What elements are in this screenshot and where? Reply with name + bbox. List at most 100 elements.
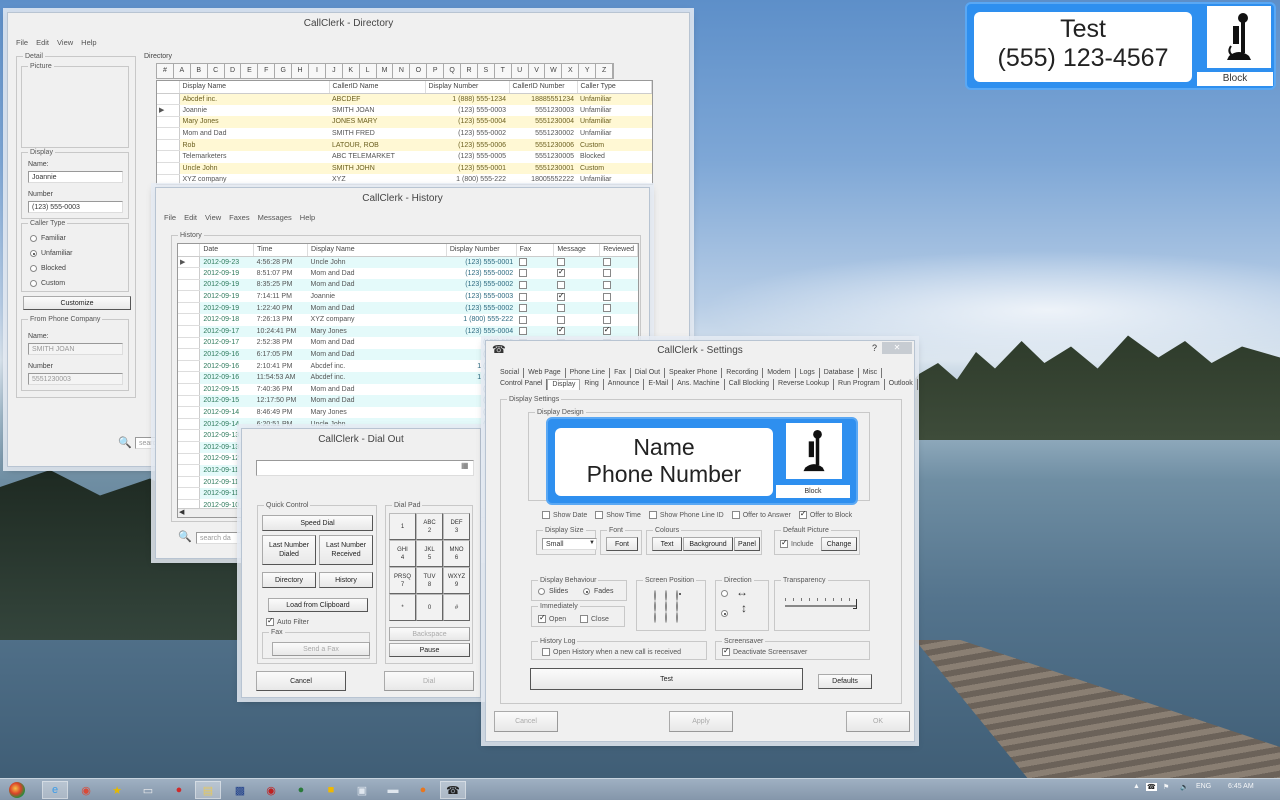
- row-header[interactable]: [178, 325, 201, 338]
- alpha-tab[interactable]: A: [174, 64, 191, 78]
- table-row[interactable]: Mom and Dad SMITH FRED (123) 555-0002 55512…: [157, 127, 652, 140]
- cancel-button[interactable]: Cancel: [256, 671, 346, 691]
- row-header[interactable]: [178, 464, 201, 477]
- defaults-button[interactable]: Defaults: [818, 674, 872, 689]
- slider-thumb[interactable]: [853, 599, 857, 609]
- row-header[interactable]: [178, 383, 201, 396]
- alpha-tab[interactable]: C: [208, 64, 225, 78]
- open-history-checkbox[interactable]: Open History when a new call is received: [542, 648, 681, 656]
- alpha-tab[interactable]: W: [545, 64, 563, 78]
- alpha-tab[interactable]: R: [461, 64, 478, 78]
- table-row[interactable]: XYZ company XYZ 1 (800) 555-222 18005552222…: [157, 174, 652, 184]
- screen-position-radio[interactable]: [665, 612, 676, 624]
- row-header[interactable]: [178, 418, 201, 431]
- radio-unfamiliar[interactable]: Unfamiliar: [30, 250, 73, 257]
- dial-key[interactable]: TUV 8: [416, 567, 443, 594]
- settings-tab[interactable]: Speaker Phone: [665, 368, 723, 378]
- settings-tab[interactable]: Display: [547, 379, 581, 390]
- row-header[interactable]: ▶: [157, 104, 180, 117]
- pc-name-field[interactable]: SMITH JOAN: [28, 343, 123, 355]
- dial-key[interactable]: WXYZ 9: [443, 567, 470, 594]
- taskbar-favorites-icon[interactable]: ★: [104, 781, 130, 799]
- menu-file[interactable]: File: [16, 38, 28, 47]
- history-button[interactable]: History: [319, 572, 373, 588]
- col-reviewed[interactable]: Reviewed: [599, 244, 638, 257]
- reviewed-checkbox[interactable]: [602, 315, 611, 324]
- dial-number-input[interactable]: [256, 460, 474, 476]
- taskbar-window-icon[interactable]: ▭: [135, 781, 161, 799]
- speed-dial-button[interactable]: Speed Dial: [262, 515, 373, 531]
- alpha-tab[interactable]: X: [562, 64, 580, 78]
- alpha-tab[interactable]: I: [309, 64, 326, 78]
- deactivate-screensaver-checkbox[interactable]: Deactivate Screensaver: [722, 646, 807, 656]
- row-header[interactable]: [157, 139, 180, 152]
- alpha-tab[interactable]: J: [326, 64, 343, 78]
- tray-volume-icon[interactable]: 🔈: [1180, 783, 1189, 791]
- menu-faxes[interactable]: Faxes: [229, 213, 249, 222]
- fax-checkbox[interactable]: [519, 304, 528, 313]
- screen-position-radio[interactable]: [654, 590, 665, 602]
- taskbar-network-icon[interactable]: ▣: [349, 781, 375, 799]
- col-display-name[interactable]: Display Name: [307, 244, 447, 257]
- reviewed-checkbox[interactable]: [602, 280, 611, 289]
- col-callerid-number[interactable]: CallerID Number: [509, 81, 578, 94]
- alpha-tab[interactable]: Q: [444, 64, 462, 78]
- screen-position-radio[interactable]: [676, 590, 687, 602]
- taskbar-visual-studio-icon[interactable]: ▩: [227, 781, 253, 799]
- row-header[interactable]: [178, 267, 201, 280]
- settings-tab[interactable]: E-Mail: [644, 379, 674, 390]
- col-callerid-name[interactable]: CallerID Name: [329, 81, 426, 94]
- reviewed-checkbox[interactable]: [602, 258, 611, 267]
- show-option-checkbox[interactable]: Offer to Answer: [731, 511, 791, 519]
- row-header[interactable]: [178, 360, 201, 373]
- menu-edit[interactable]: Edit: [36, 38, 49, 47]
- row-header[interactable]: [178, 453, 201, 466]
- menu-messages[interactable]: Messages: [258, 213, 292, 222]
- preview-block-button[interactable]: Block: [776, 485, 850, 498]
- alpha-tab[interactable]: P: [427, 64, 445, 78]
- settings-tab[interactable]: Ring: [580, 379, 604, 390]
- tray-callclerk-icon[interactable]: ☎: [1146, 783, 1157, 791]
- settings-tab[interactable]: Reverse Lookup: [774, 379, 835, 390]
- settings-tab[interactable]: Announce: [604, 379, 645, 390]
- taskbar-callclerk-icon[interactable]: ☎: [440, 781, 466, 799]
- screen-position-radio[interactable]: [665, 590, 676, 602]
- settings-tab[interactable]: Call Blocking: [725, 379, 775, 390]
- cancel-button[interactable]: Cancel: [494, 711, 558, 732]
- table-row[interactable]: ▶ Joannie SMITH JOAN (123) 555-0003 55512300…: [157, 104, 652, 117]
- alpha-tab[interactable]: Y: [579, 64, 597, 78]
- row-header[interactable]: [178, 337, 201, 350]
- settings-tab[interactable]: Fax: [610, 368, 631, 378]
- row-header[interactable]: [178, 406, 201, 419]
- alpha-tab[interactable]: V: [529, 64, 546, 78]
- auto-filter-checkbox[interactable]: Auto Filter: [266, 616, 309, 626]
- ok-button[interactable]: OK: [846, 711, 910, 732]
- fax-checkbox[interactable]: [519, 258, 528, 267]
- row-header[interactable]: [178, 302, 201, 315]
- fax-checkbox[interactable]: [519, 327, 528, 336]
- row-header[interactable]: [178, 429, 201, 442]
- show-option-checkbox[interactable]: Show Phone Line ID: [648, 511, 724, 519]
- start-button[interactable]: [5, 781, 29, 799]
- taskbar-file-explorer-icon[interactable]: ▤: [195, 781, 221, 799]
- col-fax[interactable]: Fax: [516, 244, 555, 257]
- show-option-checkbox[interactable]: Offer to Block: [798, 509, 852, 519]
- row-header[interactable]: [178, 313, 201, 327]
- screen-position-radio[interactable]: [676, 601, 687, 613]
- message-checkbox[interactable]: [556, 325, 565, 336]
- row-header[interactable]: [157, 127, 180, 140]
- dial-key[interactable]: JKL 5: [416, 540, 443, 567]
- row-header[interactable]: [157, 93, 180, 106]
- transparency-slider[interactable]: [785, 598, 859, 609]
- alpha-tab[interactable]: L: [360, 64, 377, 78]
- row-header[interactable]: [157, 174, 180, 184]
- table-row[interactable]: Telemarketers ABC TELEMARKET (123) 555-000…: [157, 150, 652, 164]
- radio-custom[interactable]: Custom: [30, 280, 65, 287]
- pause-button[interactable]: Pause: [389, 643, 470, 657]
- col-time[interactable]: Time: [253, 244, 309, 257]
- message-checkbox[interactable]: [556, 304, 565, 313]
- panel-colour-button[interactable]: Panel: [734, 537, 760, 551]
- settings-tab[interactable]: Database: [820, 368, 859, 378]
- show-option-checkbox[interactable]: Show Time: [595, 511, 641, 519]
- alpha-tab[interactable]: Z: [596, 64, 614, 78]
